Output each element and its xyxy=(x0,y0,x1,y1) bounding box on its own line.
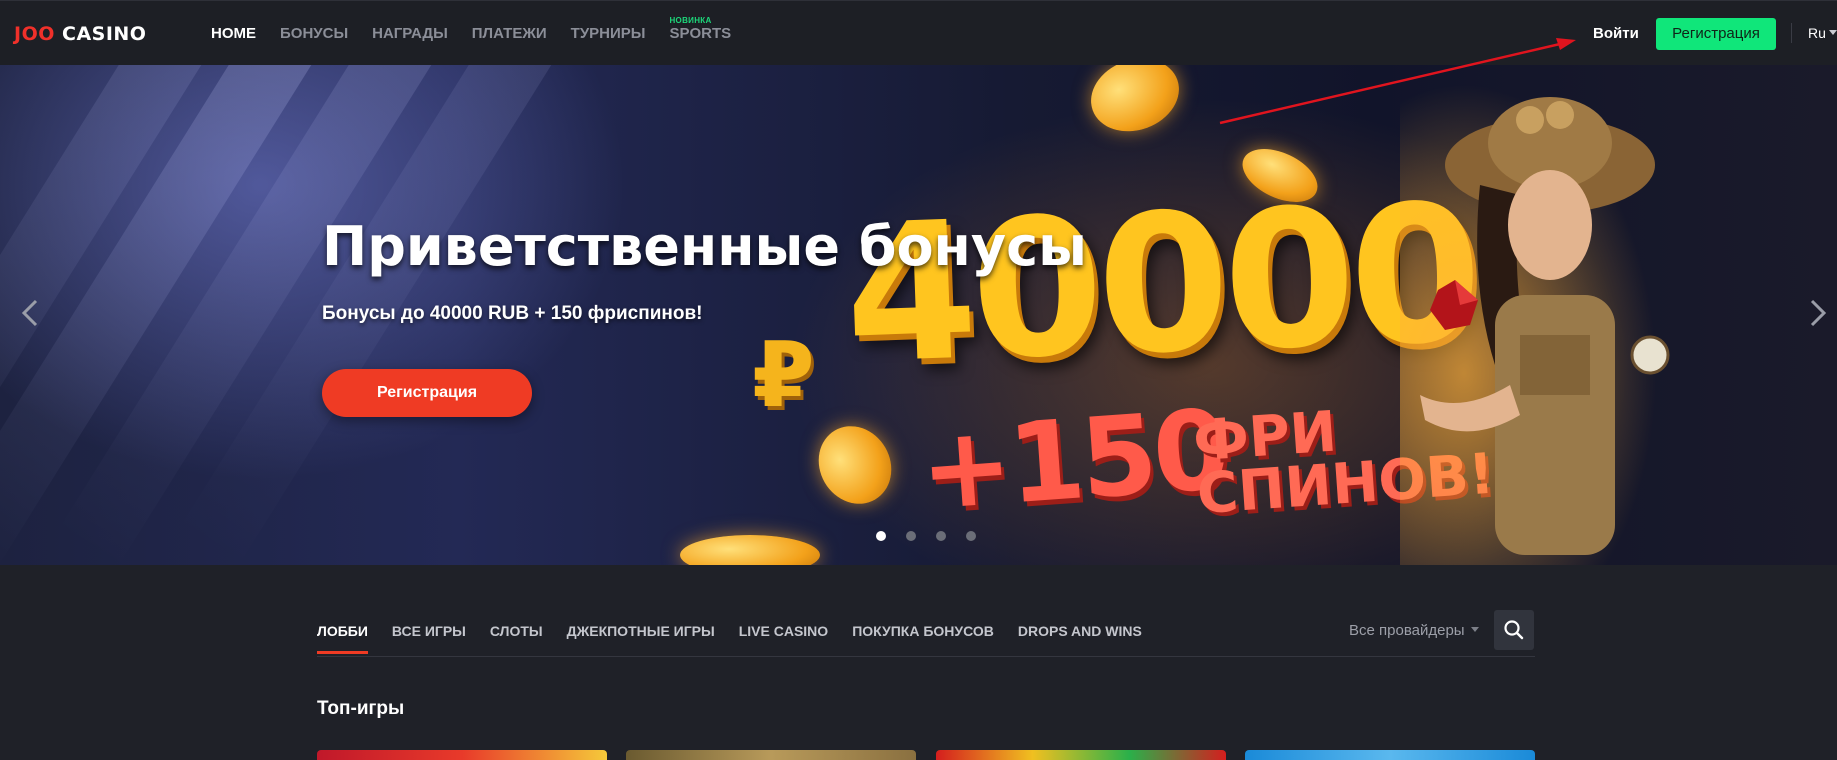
providers-dropdown[interactable]: Все провайдеры xyxy=(1349,622,1479,639)
tabs-divider xyxy=(317,656,1535,657)
providers-label: Все провайдеры xyxy=(1349,622,1465,639)
new-badge: НОВИНКА xyxy=(669,16,712,25)
banner-register-button[interactable]: Регистрация xyxy=(322,369,532,417)
caret-down-icon xyxy=(1828,30,1837,35)
promo-currency: ₽ xyxy=(752,323,815,428)
games-section: ЛОББИ ВСЕ ИГРЫ СЛОТЫ ДЖЕКПОТНЫЕ ИГРЫ LIV… xyxy=(0,565,1837,760)
top-header: JOO CASINO HOME БОНУСЫ НАГРАДЫ ПЛАТЕЖИ Т… xyxy=(0,0,1837,65)
nav-item-sports[interactable]: НОВИНКА SPORTS xyxy=(669,16,732,42)
coin-decoration xyxy=(804,412,906,518)
login-link[interactable]: Войти xyxy=(1593,25,1639,42)
slider-dot[interactable] xyxy=(966,531,976,541)
promo-spins-count: +150 xyxy=(915,385,1230,535)
game-thumbnail[interactable] xyxy=(936,750,1226,760)
nav-item-bonuses[interactable]: БОНУСЫ xyxy=(280,25,348,42)
top-games-title: Топ-игры xyxy=(317,698,405,719)
slider-dot[interactable] xyxy=(936,531,946,541)
caret-down-icon xyxy=(1470,627,1479,632)
main-nav: HOME БОНУСЫ НАГРАДЫ ПЛАТЕЖИ ТУРНИРЫ НОВИ… xyxy=(211,16,755,42)
tab-drops-and-wins[interactable]: DROPS AND WINS xyxy=(1018,623,1142,639)
nav-item-payments[interactable]: ПЛАТЕЖИ xyxy=(472,25,547,42)
search-icon xyxy=(1504,620,1524,640)
nav-item-sports-label: SPORTS xyxy=(669,25,732,42)
tab-bonus-buy[interactable]: ПОКУПКА БОНУСОВ xyxy=(852,623,994,639)
logo-casino: CASINO xyxy=(62,23,147,45)
slider-dot[interactable] xyxy=(906,531,916,541)
banner-subtitle: Бонусы до 40000 RUB + 150 фриспинов! xyxy=(322,303,703,324)
chevron-left-icon[interactable] xyxy=(12,295,48,331)
coin-decoration xyxy=(680,535,820,565)
language-selector[interactable]: Ru xyxy=(1808,25,1837,41)
game-thumbnail[interactable] xyxy=(317,750,607,760)
promo-amount: 40000 xyxy=(841,163,1480,406)
nav-item-tournaments[interactable]: ТУРНИРЫ xyxy=(571,25,646,42)
banner-title: Приветственные бонусы xyxy=(322,215,1087,278)
divider xyxy=(1791,23,1792,43)
tab-lobby[interactable]: ЛОББИ xyxy=(317,623,368,654)
register-button[interactable]: Регистрация xyxy=(1656,18,1776,50)
chevron-right-icon[interactable] xyxy=(1800,295,1836,331)
search-button[interactable] xyxy=(1494,610,1534,650)
coin-decoration xyxy=(1080,65,1190,144)
tab-live-casino[interactable]: LIVE CASINO xyxy=(739,623,828,639)
slider-dot[interactable] xyxy=(876,531,886,541)
game-thumbnail[interactable] xyxy=(626,750,916,760)
language-label: Ru xyxy=(1808,25,1826,41)
logo[interactable]: JOO CASINO xyxy=(14,23,146,45)
game-thumbnail[interactable] xyxy=(1245,750,1535,760)
tab-slots[interactable]: СЛОТЫ xyxy=(490,623,543,639)
tab-all-games[interactable]: ВСЕ ИГРЫ xyxy=(392,623,466,639)
nav-item-home[interactable]: HOME xyxy=(211,25,256,42)
logo-joo: JOO xyxy=(14,23,55,45)
tab-jackpot-games[interactable]: ДЖЕКПОТНЫЕ ИГРЫ xyxy=(567,623,715,639)
nav-item-rewards[interactable]: НАГРАДЫ xyxy=(372,25,448,42)
hero-banner[interactable]: ₽ 40000 +150 ФРИ СПИНОВ! Приветственные … xyxy=(0,65,1837,565)
category-tabs: ЛОББИ ВСЕ ИГРЫ СЛОТЫ ДЖЕКПОТНЫЕ ИГРЫ LIV… xyxy=(317,623,1166,654)
character-illustration xyxy=(1400,85,1720,565)
slider-dots xyxy=(876,531,976,541)
